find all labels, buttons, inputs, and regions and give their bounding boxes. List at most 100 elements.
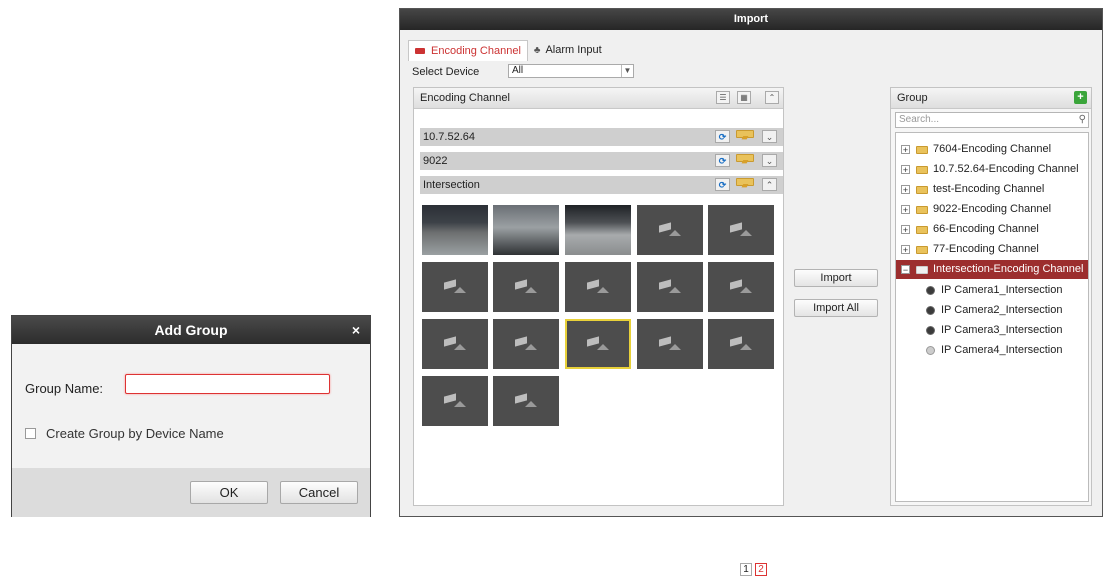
- camera-icon: [659, 279, 681, 293]
- folder-icon: [916, 205, 928, 214]
- expand-icon[interactable]: +: [901, 145, 910, 155]
- camera-icon: [515, 393, 537, 407]
- expand-icon[interactable]: +: [901, 205, 910, 215]
- tree-item-group[interactable]: + 9022-Encoding Channel: [896, 200, 1088, 219]
- folder-icon[interactable]: ▰: [736, 178, 754, 190]
- import-button[interactable]: Import: [794, 269, 878, 287]
- channel-thumbnail[interactable]: [422, 262, 488, 312]
- channel-thumbnail[interactable]: [637, 262, 703, 312]
- folder-icon[interactable]: ▰: [736, 130, 754, 142]
- group-label: 7604-Encoding Channel: [933, 143, 1052, 155]
- channel-thumbnail[interactable]: [493, 376, 559, 426]
- group-label: 66-Encoding Channel: [933, 223, 1039, 235]
- chevron-down-icon[interactable]: ▼: [621, 65, 633, 77]
- create-by-device-label: Create Group by Device Name: [46, 426, 224, 441]
- channel-thumbnail-selected[interactable]: [565, 319, 631, 369]
- tab-label: Alarm Input: [545, 44, 602, 56]
- refresh-icon[interactable]: ⟳: [715, 154, 730, 167]
- tab-encoding-channel[interactable]: Encoding Channel: [408, 40, 528, 61]
- expand-icon[interactable]: ⌄: [762, 154, 777, 167]
- tree-item-camera[interactable]: IP Camera3_Intersection: [896, 321, 1103, 340]
- channel-thumbnail[interactable]: [422, 376, 488, 426]
- device-row[interactable]: Intersection ⟳ ▰ ⌃: [420, 176, 783, 194]
- channel-thumbnail[interactable]: [565, 262, 631, 312]
- import-all-button[interactable]: Import All: [794, 299, 878, 317]
- tree-item-camera[interactable]: IP Camera4_Intersection: [896, 341, 1103, 360]
- channel-thumbnail[interactable]: [708, 205, 774, 255]
- panel-header: Encoding Channel ☰ ▦ ⌃: [414, 88, 783, 109]
- expand-icon[interactable]: +: [901, 185, 910, 195]
- tree-item-camera[interactable]: IP Camera2_Intersection: [896, 301, 1103, 320]
- search-icon[interactable]: ⚲: [1079, 113, 1086, 127]
- channel-thumbnail[interactable]: [493, 319, 559, 369]
- channel-thumbnail[interactable]: [637, 319, 703, 369]
- tree-item-camera[interactable]: IP Camera1_Intersection: [896, 281, 1103, 300]
- expand-icon[interactable]: +: [901, 225, 910, 235]
- grid-view-icon[interactable]: ▦: [737, 91, 751, 104]
- camera-icon: [444, 393, 466, 407]
- select-device-dropdown[interactable]: All ▼: [508, 64, 634, 78]
- camera-icon: [659, 222, 681, 236]
- tree-item-group[interactable]: + 66-Encoding Channel: [896, 220, 1088, 239]
- collapse-icon[interactable]: ⌃: [762, 178, 777, 191]
- channel-thumbnail[interactable]: [422, 205, 488, 255]
- collapse-icon[interactable]: −: [901, 265, 910, 275]
- folder-icon: [916, 185, 928, 194]
- tree-item-group-selected[interactable]: − Intersection-Encoding Channel: [896, 260, 1088, 279]
- tree-item-group[interactable]: + test-Encoding Channel: [896, 180, 1088, 199]
- folder-icon: [916, 165, 928, 174]
- tree-item-group[interactable]: + 10.7.52.64-Encoding Channel: [896, 160, 1088, 179]
- camera-icon: [659, 336, 681, 350]
- channel-thumbnail[interactable]: [493, 205, 559, 255]
- page-button-2[interactable]: 2: [755, 563, 767, 576]
- tree-item-group[interactable]: + 7604-Encoding Channel: [896, 140, 1088, 159]
- folder-icon[interactable]: ▰: [736, 154, 754, 166]
- close-icon[interactable]: ×: [352, 316, 360, 344]
- device-name: 9022: [423, 155, 448, 167]
- camera-label: IP Camera4_Intersection: [941, 344, 1063, 356]
- camera-label: IP Camera2_Intersection: [941, 304, 1063, 316]
- camera-icon: [730, 279, 752, 293]
- refresh-icon[interactable]: ⟳: [715, 130, 730, 143]
- tree-item-group[interactable]: + 77-Encoding Channel: [896, 240, 1088, 259]
- device-name: 10.7.52.64: [423, 131, 475, 143]
- cancel-button[interactable]: Cancel: [280, 481, 358, 504]
- refresh-icon[interactable]: ⟳: [715, 178, 730, 191]
- camera-icon: [587, 336, 609, 350]
- list-view-icon[interactable]: ☰: [716, 91, 730, 104]
- create-by-device-option[interactable]: Create Group by Device Name: [25, 426, 224, 441]
- select-device-value: All: [512, 65, 524, 76]
- create-by-device-checkbox[interactable]: [25, 428, 36, 439]
- group-tree: + 7604-Encoding Channel + 10.7.52.64-Enc…: [895, 132, 1089, 502]
- expand-icon[interactable]: +: [901, 245, 910, 255]
- camera-label: IP Camera1_Intersection: [941, 284, 1063, 296]
- camera-offline-icon: [926, 346, 935, 355]
- dialog-title-bar: Add Group ×: [12, 316, 370, 344]
- select-device-label: Select Device: [412, 66, 480, 78]
- group-label: 9022-Encoding Channel: [933, 203, 1052, 215]
- channel-thumbnail[interactable]: [708, 262, 774, 312]
- device-row[interactable]: 9022 ⟳ ▰ ⌄: [420, 152, 783, 170]
- camera-icon: [444, 279, 466, 293]
- add-group-icon[interactable]: +: [1074, 91, 1087, 104]
- page-button-1[interactable]: 1: [740, 563, 752, 576]
- group-search-input[interactable]: Search... ⚲: [895, 112, 1089, 128]
- collapse-all-icon[interactable]: ⌃: [765, 91, 779, 104]
- channel-thumbnail[interactable]: [637, 205, 703, 255]
- expand-icon[interactable]: ⌄: [762, 130, 777, 143]
- panel-title: Group: [897, 92, 928, 104]
- folder-icon: [916, 265, 928, 274]
- channel-thumbnail[interactable]: [422, 319, 488, 369]
- expand-icon[interactable]: +: [901, 165, 910, 175]
- camera-icon: [730, 336, 752, 350]
- encoding-channel-panel: Encoding Channel ☰ ▦ ⌃ 10.7.52.64 ⟳ ▰ ⌄ …: [413, 87, 784, 576]
- channel-thumbnail[interactable]: [565, 205, 631, 255]
- ok-button[interactable]: OK: [190, 481, 268, 504]
- channel-thumbnail[interactable]: [493, 262, 559, 312]
- folder-icon: [916, 145, 928, 154]
- group-name-input[interactable]: [125, 374, 330, 394]
- device-row[interactable]: 10.7.52.64 ⟳ ▰ ⌄: [420, 128, 783, 146]
- channel-thumbnail[interactable]: [708, 319, 774, 369]
- tab-alarm-input[interactable]: ♣ Alarm Input: [528, 40, 608, 60]
- window-title: Import: [400, 9, 1102, 30]
